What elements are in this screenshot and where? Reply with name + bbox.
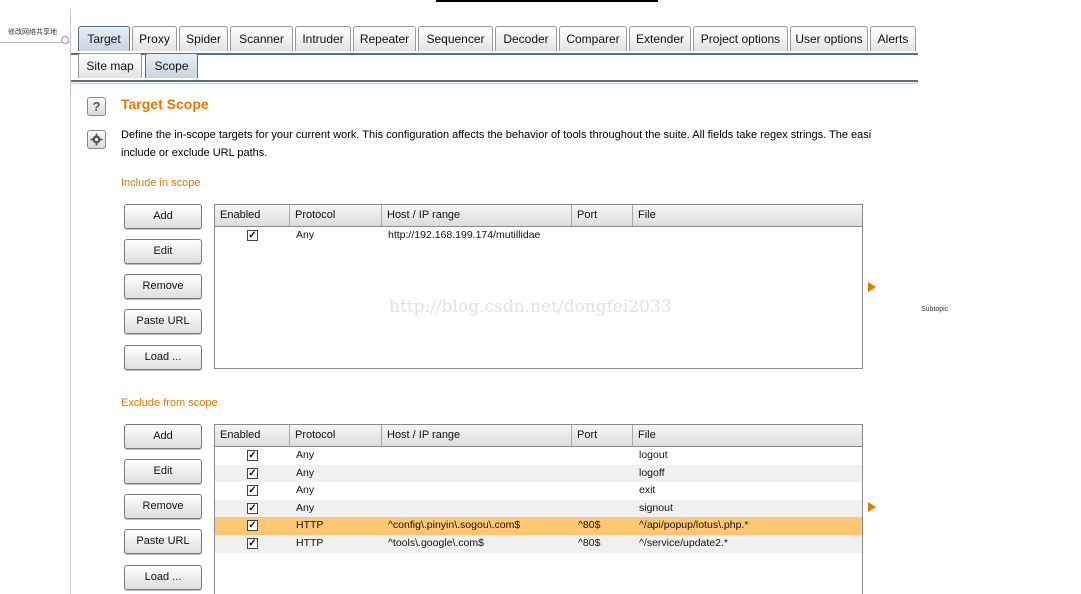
- row-host: http://192.168.199.174/mutillidae: [388, 229, 541, 241]
- description-line-1: Define the in-scope targets for your cur…: [121, 129, 872, 141]
- tab-target[interactable]: Target: [78, 26, 130, 51]
- include-heading: Include in scope: [121, 177, 201, 189]
- row-protocol: HTTP: [296, 519, 324, 532]
- page-description: Define the in-scope targets for your cur…: [121, 126, 918, 162]
- exclude-load-button[interactable]: Load ...: [124, 565, 202, 590]
- exclude-edit-button[interactable]: Edit: [124, 459, 202, 484]
- row-file: signout: [639, 501, 673, 514]
- col-port[interactable]: Port: [572, 205, 633, 226]
- row-port: ^80$: [578, 519, 601, 532]
- tab-scanner[interactable]: Scanner: [230, 26, 293, 51]
- side-panel-label: 修改网络共享地: [8, 29, 57, 36]
- table-row[interactable]: ✓ Any http://192.168.199.174/mutillidae: [215, 227, 862, 245]
- row-protocol: Any: [296, 484, 315, 497]
- enabled-checkbox[interactable]: ✓: [247, 485, 258, 497]
- row-file: ^/api/popup/lotus\.php.*: [639, 519, 749, 532]
- tab-intruder[interactable]: Intruder: [295, 26, 351, 51]
- tab-user-options[interactable]: User options: [790, 26, 868, 51]
- exclude-heading: Exclude from scope: [121, 397, 218, 409]
- row-protocol: Any: [296, 466, 315, 479]
- table-row[interactable]: ✓ Any logout: [215, 447, 862, 465]
- enabled-checkbox[interactable]: ✓: [247, 537, 258, 549]
- tab-repeater[interactable]: Repeater: [353, 26, 416, 51]
- tab-decoder[interactable]: Decoder: [495, 26, 557, 51]
- include-table-header: Enabled Protocol Host / IP range Port Fi…: [215, 205, 862, 227]
- enabled-checkbox[interactable]: ✓: [247, 450, 258, 461]
- col-host[interactable]: Host / IP range: [382, 205, 572, 226]
- include-add-button[interactable]: Add: [124, 204, 202, 229]
- watermark: http://blog.csdn.net/dongfei2033: [389, 297, 672, 317]
- header-separator: [71, 83, 918, 84]
- enabled-checkbox[interactable]: ✓: [247, 467, 258, 479]
- row-file: logout: [639, 449, 668, 461]
- top-divider: [436, 0, 658, 2]
- row-file: ^/service/update2.*: [639, 536, 728, 549]
- table-row[interactable]: ✓ Any signout: [215, 499, 862, 518]
- col-protocol[interactable]: Protocol: [290, 425, 382, 446]
- col-file[interactable]: File: [633, 425, 862, 446]
- tab-scope[interactable]: Scope: [145, 53, 198, 78]
- sub-tab-bar: Site map Scope: [71, 50, 918, 82]
- gear-icon[interactable]: [87, 130, 106, 149]
- row-port: ^80$: [578, 536, 601, 549]
- table-row[interactable]: ✓ Any exit: [215, 482, 862, 500]
- include-edit-button[interactable]: Edit: [124, 239, 202, 264]
- question-mark-icon[interactable]: ?: [87, 97, 106, 116]
- tab-spider[interactable]: Spider: [179, 26, 228, 51]
- subtopic-label: Subtopic: [921, 306, 949, 313]
- exclude-remove-button[interactable]: Remove: [124, 494, 202, 519]
- tab-alerts[interactable]: Alerts: [870, 26, 916, 51]
- include-paste-url-button[interactable]: Paste URL: [124, 309, 202, 334]
- include-load-button[interactable]: Load ...: [124, 345, 202, 370]
- side-panel-handle[interactable]: [61, 36, 69, 44]
- tab-proxy[interactable]: Proxy: [132, 26, 177, 51]
- tab-comparer[interactable]: Comparer: [559, 26, 627, 51]
- row-protocol: HTTP: [296, 536, 324, 549]
- col-enabled[interactable]: Enabled: [215, 425, 290, 446]
- page-title: Target Scope: [121, 96, 209, 112]
- exclude-table-header: Enabled Protocol Host / IP range Port Fi…: [215, 425, 862, 447]
- col-enabled[interactable]: Enabled: [215, 205, 290, 226]
- enabled-checkbox[interactable]: ✓: [247, 230, 258, 241]
- enabled-checkbox[interactable]: ✓: [247, 502, 258, 514]
- include-table[interactable]: Enabled Protocol Host / IP range Port Fi…: [214, 204, 863, 369]
- include-expand-arrow-icon[interactable]: [868, 282, 876, 292]
- col-protocol[interactable]: Protocol: [290, 205, 382, 226]
- table-row[interactable]: ✓ HTTP ^tools\.google\.com$ ^80$ ^/servi…: [215, 534, 862, 553]
- col-port[interactable]: Port: [572, 425, 633, 446]
- row-host: ^tools\.google\.com$: [388, 536, 484, 549]
- table-row-selected[interactable]: ✓ HTTP ^config\.pinyin\.sogou\.com$ ^80$…: [215, 517, 862, 535]
- include-remove-button[interactable]: Remove: [124, 274, 202, 299]
- table-row[interactable]: ✓ Any logoff: [215, 464, 862, 483]
- enabled-checkbox[interactable]: ✓: [247, 520, 258, 532]
- row-file: exit: [639, 484, 656, 497]
- row-host: ^config\.pinyin\.sogou\.com$: [388, 519, 521, 532]
- exclude-expand-arrow-icon[interactable]: [868, 502, 876, 512]
- exclude-paste-url-button[interactable]: Paste URL: [124, 529, 202, 554]
- col-file[interactable]: File: [633, 205, 862, 226]
- description-line-2: include or exclude URL paths.: [121, 147, 268, 159]
- row-protocol: Any: [296, 449, 315, 461]
- tab-site-map[interactable]: Site map: [78, 53, 142, 78]
- row-protocol: Any: [296, 501, 315, 514]
- col-host[interactable]: Host / IP range: [382, 425, 572, 446]
- tab-extender[interactable]: Extender: [629, 26, 691, 51]
- tab-sequencer[interactable]: Sequencer: [418, 26, 493, 51]
- tab-project-options[interactable]: Project options: [693, 26, 788, 51]
- row-file: logoff: [639, 466, 665, 479]
- exclude-table[interactable]: Enabled Protocol Host / IP range Port Fi…: [214, 424, 863, 594]
- exclude-add-button[interactable]: Add: [124, 424, 202, 449]
- row-protocol: Any: [296, 229, 315, 241]
